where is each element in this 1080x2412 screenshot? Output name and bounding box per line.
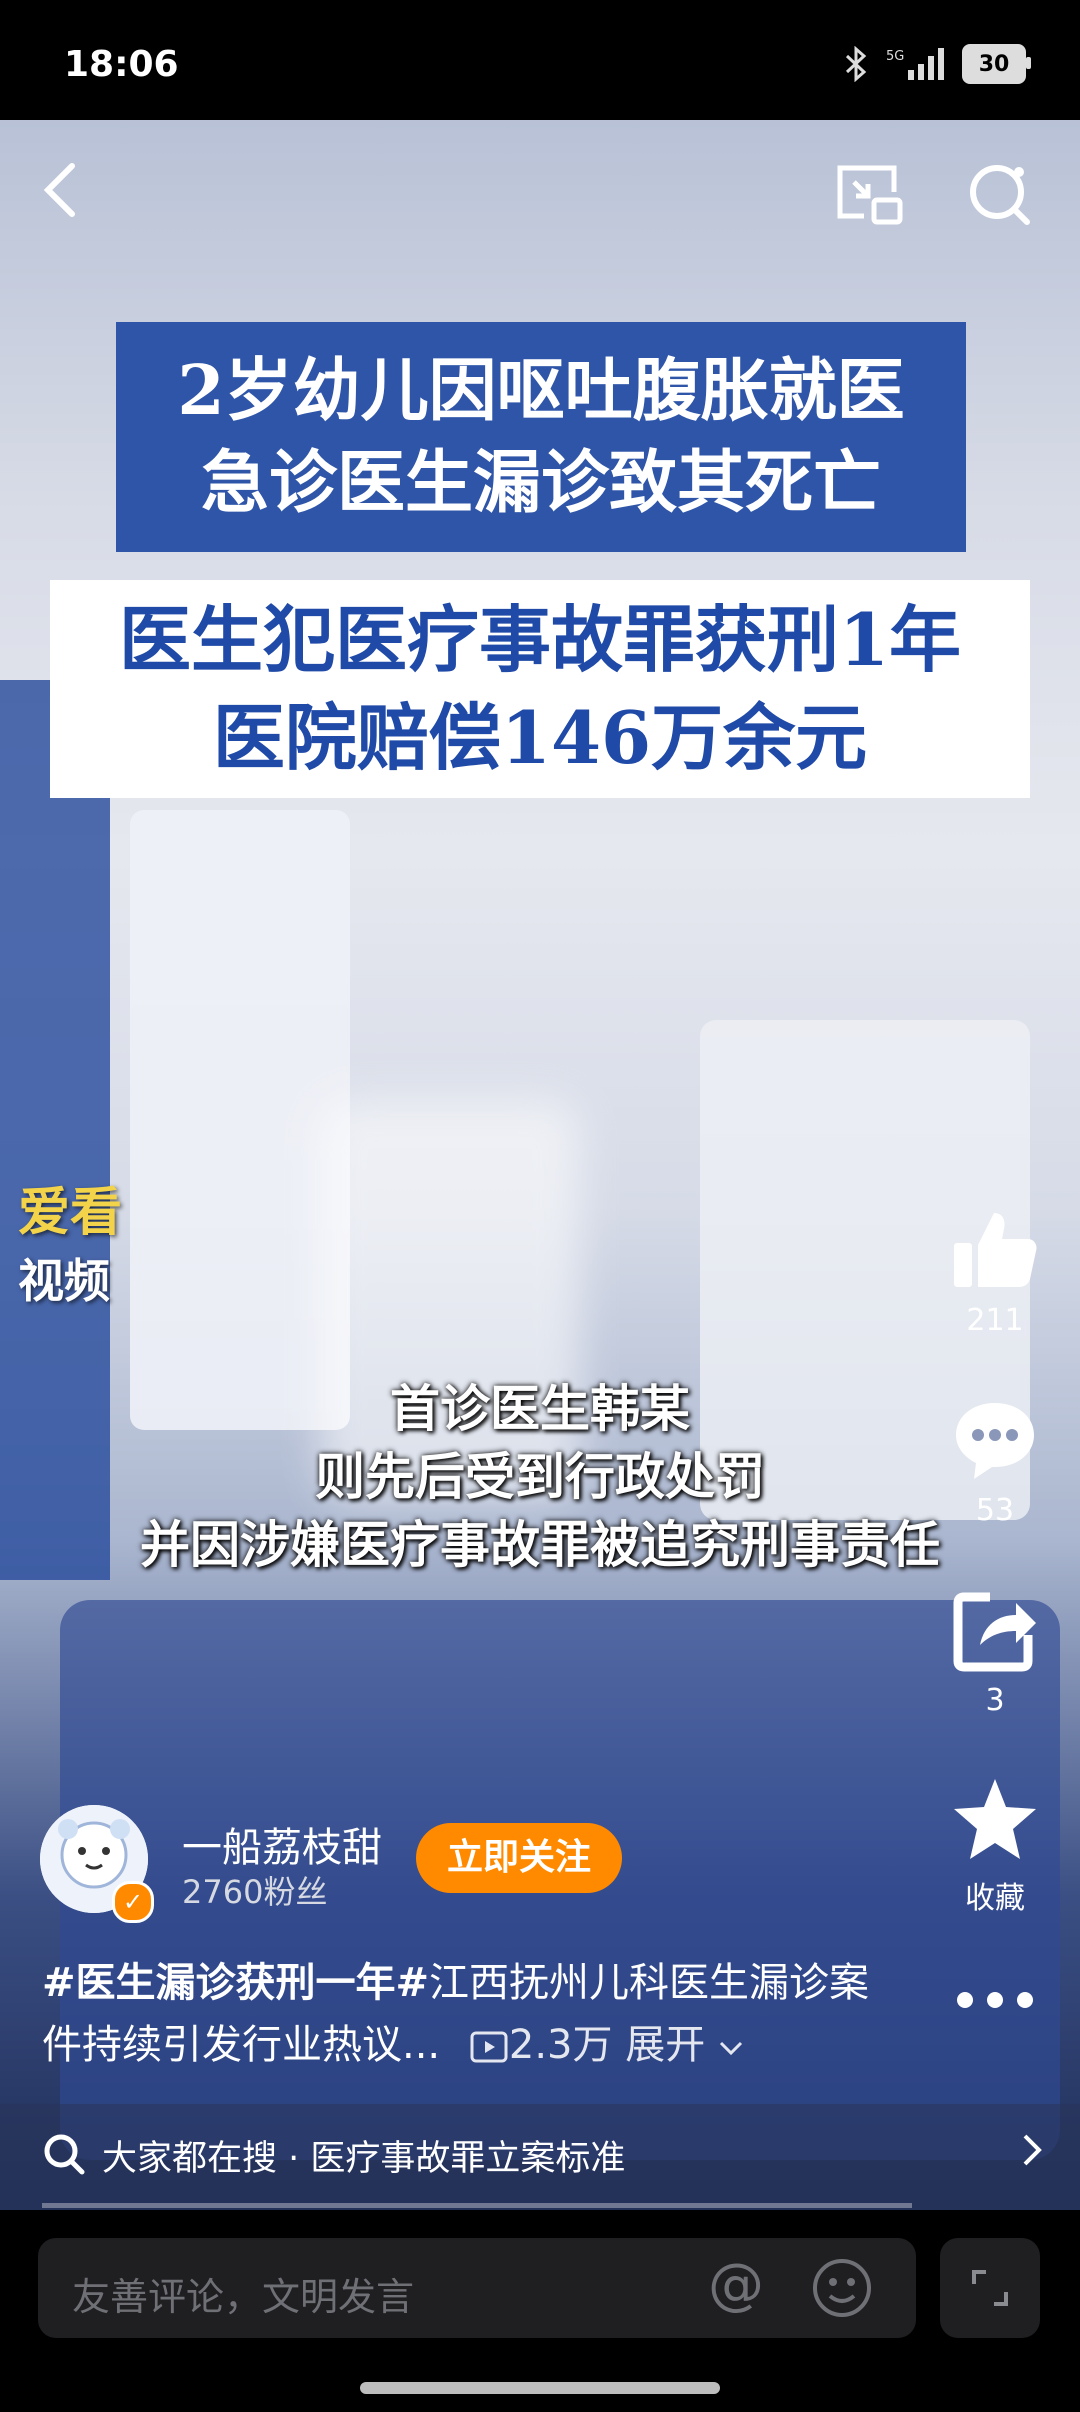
back-button[interactable] xyxy=(30,150,90,230)
pip-button[interactable] xyxy=(830,155,910,235)
search-suggestion-bar[interactable]: 大家都在搜 · 医疗事故罪立案标准 xyxy=(0,2104,1080,2210)
favorite-button[interactable]: 收藏 xyxy=(930,1775,1060,1917)
headline-line: 医院赔偿146万余元 xyxy=(212,695,868,780)
more-button[interactable] xyxy=(930,1985,1060,2019)
favorite-label: 收藏 xyxy=(965,1881,1025,1916)
chevron-left-icon xyxy=(43,163,75,217)
star-icon xyxy=(954,1779,1036,1859)
fullscreen-comment-button[interactable] xyxy=(940,2238,1040,2338)
watermark-bottom: 视频 xyxy=(18,1254,110,1308)
battery-icon: 30 xyxy=(962,44,1031,84)
headline-line: 2岁幼儿因呕吐腹胀就医 xyxy=(177,351,905,431)
expand-label: 展开 xyxy=(625,2022,706,2068)
status-icons: 5G 30 xyxy=(844,44,1031,84)
video-search-button[interactable] xyxy=(960,155,1040,235)
hashtag[interactable]: #医生漏诊获刑一年# xyxy=(42,1960,429,2006)
video-progress-bar[interactable] xyxy=(42,2203,912,2208)
picture-in-picture-icon xyxy=(837,165,903,225)
view-count: 2.3万 xyxy=(453,2022,625,2068)
emoji-icon[interactable] xyxy=(810,2256,874,2324)
search-suggestion-text: 大家都在搜 · 医疗事故罪立案标准 xyxy=(102,2139,626,2179)
battery-level: 30 xyxy=(978,51,1010,77)
follow-button[interactable]: 立即关注 xyxy=(416,1823,622,1893)
chevron-down-icon xyxy=(719,2041,742,2056)
like-count: 211 xyxy=(966,1303,1024,1338)
headline-primary: 2岁幼儿因呕吐腹胀就医 急诊医生漏诊致其死亡 xyxy=(116,322,966,552)
subtitle-line: 并因涉嫌医疗事故罪被追究刑事责任 xyxy=(140,1516,940,1574)
comment-bar: 友善评论，文明发言 @ xyxy=(0,2210,1080,2412)
watermark-top: 爱看 xyxy=(18,1182,123,1243)
video-scene xyxy=(130,810,350,1430)
subtitle-line: 首诊医生韩某 xyxy=(390,1380,690,1438)
search-icon xyxy=(42,2132,86,2180)
status-time: 18:06 xyxy=(64,44,179,85)
play-count-icon xyxy=(470,2031,508,2063)
network-label: 5G xyxy=(886,49,904,64)
share-icon xyxy=(953,1592,1036,1672)
expand-button[interactable]: 展开 xyxy=(625,2022,744,2068)
subtitle-line: 则先后受到行政处罚 xyxy=(315,1448,765,1506)
view-count-value: 2.3万 xyxy=(508,2022,613,2068)
author-row: ✓ 一船荔枝甜 2760粉丝 立即关注 xyxy=(40,1805,940,1923)
verified-badge-icon: ✓ xyxy=(112,1881,154,1923)
author-fans: 2760粉丝 xyxy=(182,1873,328,1911)
author-name[interactable]: 一船荔枝甜 xyxy=(182,1815,382,1873)
more-dots-icon xyxy=(957,1992,1033,2008)
share-count: 3 xyxy=(985,1683,1005,1718)
comment-bubble-icon xyxy=(956,1403,1034,1479)
mention-icon[interactable]: @ xyxy=(708,2252,764,2317)
comment-count: 53 xyxy=(975,1493,1015,1528)
headline-line: 医生犯医疗事故罪获刑1年 xyxy=(118,597,962,682)
search-icon xyxy=(970,165,1030,225)
comment-placeholder: 友善评论，文明发言 xyxy=(72,2275,415,2319)
expand-icon xyxy=(972,2270,1008,2306)
share-button[interactable]: 3 xyxy=(930,1585,1060,1718)
comment-button[interactable]: 53 xyxy=(930,1395,1060,1528)
thumbs-up-icon xyxy=(954,1213,1037,1287)
bluetooth-icon xyxy=(845,46,867,82)
signal-5g-icon: 5G xyxy=(886,48,944,80)
video-description[interactable]: #医生漏诊获刑一年#江西抚州儿科医生漏诊案件持续引发行业热议... 2.3万 展… xyxy=(42,1952,902,2076)
status-bar: 18:06 5G 30 xyxy=(0,0,1080,120)
video-subtitle: 首诊医生韩某 则先后受到行政处罚 并因涉嫌医疗事故罪被追究刑事责任 xyxy=(90,1375,990,1579)
comment-input[interactable]: 友善评论，文明发言 @ xyxy=(38,2238,916,2338)
headline-line: 急诊医生漏诊致其死亡 xyxy=(200,443,881,523)
watermark-logo: 爱看 视频 xyxy=(18,1170,168,1311)
chevron-right-icon xyxy=(1020,2130,1044,2180)
headline-secondary: 医生犯医疗事故罪获刑1年 医院赔偿146万余元 xyxy=(50,580,1030,798)
like-button[interactable]: 211 xyxy=(930,1205,1060,1338)
home-indicator[interactable] xyxy=(360,2382,720,2394)
